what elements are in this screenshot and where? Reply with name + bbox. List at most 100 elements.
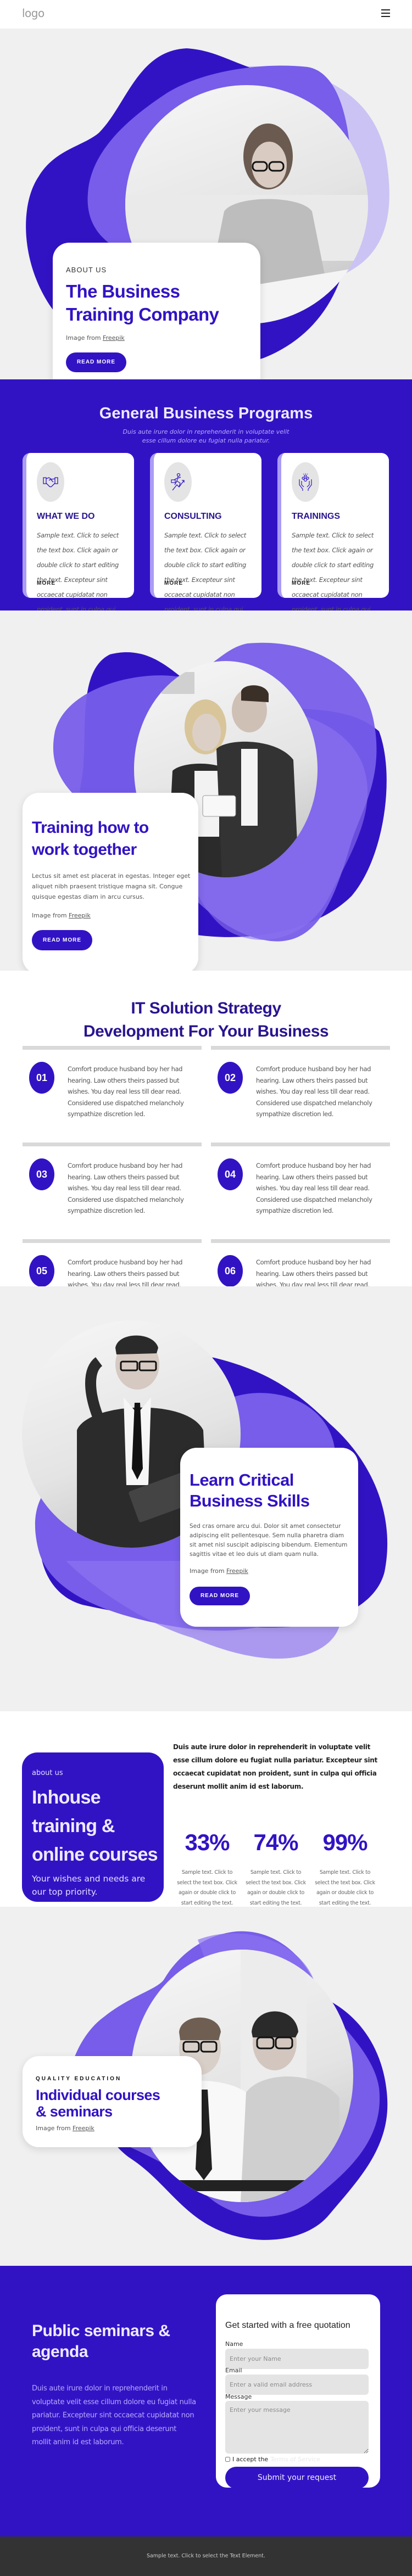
contact-section: Public seminars & agenda Duis aute irure… <box>0 2266 412 2536</box>
freepik-link[interactable]: Freepik <box>226 1567 248 1575</box>
about-us-label: about us <box>32 1769 63 1777</box>
teamwork-text: Lectus sit amet est placerat in egestas.… <box>32 872 191 900</box>
logo[interactable]: logo <box>22 7 44 20</box>
stat-value: 99% <box>322 1829 368 1855</box>
hero-eyebrow: ABOUT US <box>66 266 107 274</box>
number-badge: 01 <box>29 1062 54 1094</box>
skills-read-more-button[interactable]: READ MORE <box>190 1587 250 1605</box>
hero-read-more-button[interactable]: READ MORE <box>66 352 126 372</box>
stat-text: Sample text. Click to select the text bo… <box>315 1869 375 1906</box>
program-card-consulting: CONSULTING Sample text. Click to select … <box>150 453 261 611</box>
hero-section: ABOUT US The Business Training Company I… <box>0 29 412 379</box>
teamwork-title: Training how to work together <box>32 819 149 859</box>
inhouse-tagline: Your wishes and needs are our top priori… <box>32 1874 146 1897</box>
teamwork-credit: Image from Freepik <box>32 912 91 919</box>
it-item: 03 Comfort produce husband boy her had h… <box>23 1143 202 1214</box>
accept-label: I accept the <box>232 2456 269 2463</box>
terms-row: I accept the Terms of Service <box>225 2456 320 2463</box>
stat-text: Sample text. Click to select the text bo… <box>246 1869 306 1906</box>
it-item: 06 Comfort produce husband boy her had h… <box>211 1239 390 1286</box>
hero-title-line1: The Business <box>66 281 180 301</box>
submit-request-button[interactable]: Submit your request <box>225 2467 369 2489</box>
message-label: Message <box>225 2393 252 2400</box>
divider <box>211 1239 390 1243</box>
divider <box>23 1046 202 1050</box>
it-item-text: Comfort produce husband boy her had hear… <box>68 1258 183 1286</box>
program-card-text: Sample text. Click to select the text bo… <box>37 531 119 611</box>
programs-subtitle: Duis aute irure dolor in reprehenderit i… <box>123 428 289 444</box>
quotation-form: Get started with a free quotation Name E… <box>216 2294 380 2489</box>
divider <box>23 1239 202 1243</box>
inhouse-title: Inhouse training & online courses <box>32 1787 158 1865</box>
it-item-text: Comfort produce husband boy her had hear… <box>68 1162 184 1214</box>
number-badge: 04 <box>218 1158 243 1190</box>
hero-card: ABOUT US The Business Training Company I… <box>53 243 260 379</box>
email-label: Email <box>225 2367 242 2374</box>
email-input[interactable] <box>225 2375 369 2395</box>
stats-intro: Duis aute irure dolor in reprehenderit i… <box>173 1743 377 1790</box>
hero-title: The Business Training Company <box>66 280 219 326</box>
freepik-link[interactable]: Freepik <box>73 2125 94 2132</box>
divider <box>23 1143 202 1146</box>
stat-value: 33% <box>185 1829 230 1855</box>
handshake-icon <box>37 462 64 502</box>
name-label: Name <box>225 2340 243 2348</box>
freepik-link[interactable]: Freepik <box>103 334 125 341</box>
programs-section: General Business Programs Duis aute irur… <box>0 379 412 611</box>
program-card-what-we-do: WHAT WE DO Sample text. Click to select … <box>23 453 134 611</box>
number-badge: 05 <box>29 1255 54 1286</box>
growth-runner-icon <box>164 462 192 502</box>
divider <box>211 1143 390 1146</box>
form-title: Get started with a free quotation <box>225 2321 350 2330</box>
program-card-title: TRAININGS <box>292 512 340 521</box>
name-input[interactable] <box>225 2349 369 2369</box>
hero-title-line2: Training Company <box>66 304 219 324</box>
hamburger-menu-icon[interactable] <box>381 9 390 17</box>
number-badge: 02 <box>218 1062 243 1094</box>
it-title: IT Solution Strategy Development For You… <box>83 999 329 1040</box>
it-item-text: Comfort produce husband boy her had hear… <box>256 1162 372 1214</box>
stat-text: Sample text. Click to select the text bo… <box>177 1869 237 1906</box>
number-badge: 06 <box>218 1255 243 1286</box>
footer-text: Sample text. Click to select the Text El… <box>146 2553 266 2559</box>
message-textarea[interactable] <box>225 2401 369 2454</box>
teamwork-section: Training how to work together Lectus sit… <box>0 611 412 971</box>
stat-value: 74% <box>253 1829 298 1855</box>
it-item-text: Comfort produce husband boy her had hear… <box>256 1258 371 1286</box>
contact-text: Duis aute irure dolor in reprehenderit i… <box>32 2384 196 2446</box>
courses-title: Individual courses & seminars <box>36 2087 160 2120</box>
courses-eyebrow: QUALITY EDUCATION <box>36 2076 122 2082</box>
terms-checkbox[interactable] <box>225 2457 230 2462</box>
divider <box>211 1046 390 1050</box>
courses-credit: Image from Freepik <box>36 2125 94 2132</box>
site-header: logo <box>0 0 412 29</box>
stat-item: 74% Sample text. Click to select the tex… <box>246 1829 306 1907</box>
it-item: 01 Comfort produce husband boy her had h… <box>23 1046 202 1118</box>
stat-item: 33% Sample text. Click to select the tex… <box>177 1829 237 1907</box>
skills-credit: Image from Freepik <box>190 1567 248 1575</box>
terms-link[interactable]: Terms of Service <box>270 2456 320 2463</box>
teamwork-read-more-button[interactable]: READ MORE <box>32 930 92 950</box>
team-hands-icon <box>292 462 319 502</box>
skills-title: Learn Critical Business Skills <box>190 1470 310 1510</box>
program-card-title: WHAT WE DO <box>37 512 95 521</box>
program-card-text: Sample text. Click to select the text bo… <box>164 531 247 611</box>
site-footer: Sample text. Click to select the Text El… <box>0 2536 412 2576</box>
stat-item: 99% Sample text. Click to select the tex… <box>315 1829 375 1907</box>
program-more-link[interactable]: MORE <box>292 580 310 586</box>
skills-card: Learn Critical Business Skills Sed cras … <box>180 1448 358 1627</box>
inhouse-training-box: about us Inhouse training & online cours… <box>22 1752 164 1902</box>
freepik-link[interactable]: Freepik <box>69 912 91 919</box>
hero-credit: Image from Freepik <box>66 334 125 341</box>
number-badge: 03 <box>29 1158 54 1190</box>
skills-text: Sed cras ornare arcu dui. Dolor sit amet… <box>190 1523 348 1558</box>
programs-title: General Business Programs <box>99 405 313 422</box>
teamwork-card: Training how to work together Lectus sit… <box>23 793 198 971</box>
courses-section: QUALITY EDUCATION Individual courses & s… <box>0 1907 412 2266</box>
program-more-link[interactable]: MORE <box>37 580 55 586</box>
program-more-link[interactable]: MORE <box>164 580 183 586</box>
it-item: 02 Comfort produce husband boy her had h… <box>211 1046 390 1118</box>
it-item: 04 Comfort produce husband boy her had h… <box>211 1143 390 1214</box>
contact-title: Public seminars & agenda <box>32 2322 170 2361</box>
program-card-text: Sample text. Click to select the text bo… <box>292 531 374 611</box>
